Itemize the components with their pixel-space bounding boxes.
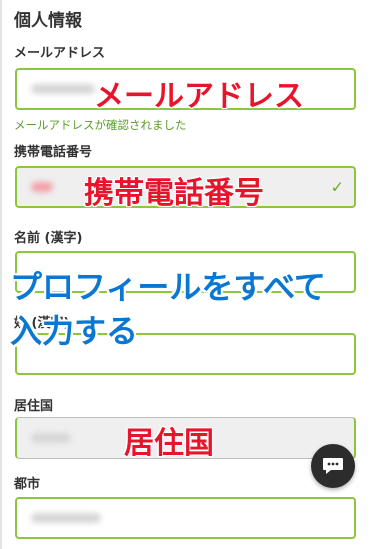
annotation-line-1: プロフィールをすべて (10, 268, 326, 306)
email-verified-hint: メールアドレスが確認されました (14, 118, 187, 132)
email-label: メールアドレス (14, 46, 106, 61)
country-label: 居住国 (14, 399, 54, 414)
chat-bubble-icon (323, 458, 343, 474)
section-title: 個人情報 (14, 11, 82, 31)
country-overlay-label: 居住国 (123, 425, 215, 462)
phone-label: 携帯電話番号 (14, 145, 93, 160)
check-icon: ✓ (330, 177, 344, 197)
phone-overlay-label: 携帯電話番号 (83, 175, 265, 212)
city-label: 都市 (14, 477, 41, 492)
annotation-line-2: 入力する (10, 312, 139, 350)
city-field[interactable] (15, 497, 356, 539)
country-value-blurred (31, 433, 71, 443)
name-kanji-label: 名前 (漢字) (14, 231, 83, 246)
left-border (0, 0, 2, 549)
email-overlay-label: メールアドレス (93, 78, 305, 115)
city-value-blurred (31, 513, 101, 523)
phone-value-blurred (31, 182, 53, 192)
chat-button[interactable] (311, 444, 355, 488)
email-value-blurred (31, 84, 95, 94)
